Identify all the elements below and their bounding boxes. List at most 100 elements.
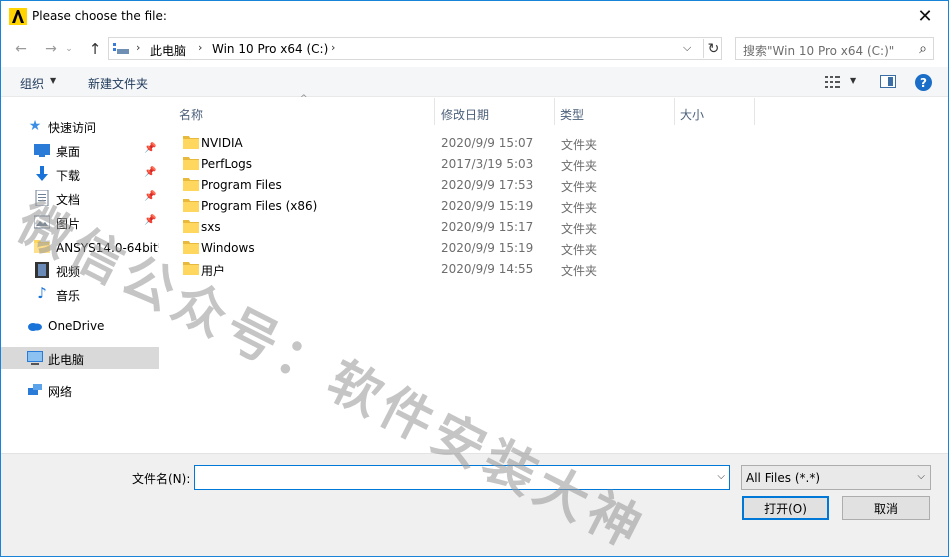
video-icon	[35, 262, 49, 278]
arrow-up-icon: ↑	[88, 40, 102, 58]
breadcrumb-this-pc[interactable]: 此电脑	[150, 42, 186, 59]
music-icon: ♪	[37, 284, 47, 302]
nav-pictures[interactable]: 图片 📌	[1, 211, 159, 233]
column-divider[interactable]	[754, 98, 755, 125]
star-icon: ★	[28, 118, 42, 134]
pin-icon: 📌	[144, 215, 157, 226]
help-icon[interactable]: ?	[915, 74, 932, 91]
file-row[interactable]: sxs 2020/9/9 15:17 文件夹	[175, 216, 775, 237]
file-row[interactable]: Program Files (x86) 2020/9/9 15:19 文件夹	[175, 195, 775, 216]
preview-pane-icon[interactable]	[880, 75, 896, 88]
file-name: 用户	[201, 264, 226, 278]
file-row[interactable]: NVIDIA 2020/9/9 15:07 文件夹	[175, 132, 775, 153]
nav-desktop[interactable]: 桌面 📌	[1, 139, 159, 161]
breadcrumb-separator[interactable]: ›	[198, 41, 202, 54]
view-options-icon[interactable]	[825, 75, 841, 89]
new-folder-button[interactable]: 新建文件夹	[88, 75, 148, 92]
address-history-dropdown[interactable]: ⌵	[683, 41, 691, 55]
app-logo-icon	[9, 8, 27, 25]
file-type: 文件夹	[561, 159, 598, 173]
nav-this-pc[interactable]: 此电脑	[1, 347, 159, 369]
filename-input[interactable]: ⌵	[194, 465, 730, 490]
file-name: NVIDIA	[201, 136, 243, 150]
column-divider[interactable]	[674, 98, 675, 125]
cancel-button[interactable]: 取消	[842, 496, 930, 520]
open-button[interactable]: 打开(O)	[742, 496, 829, 520]
file-list: 名称 ^ 修改日期 类型 大小 NVIDIA 2020/9/9 15:07 文件…	[163, 94, 948, 452]
file-row[interactable]: PerfLogs 2017/3/19 5:03 文件夹	[175, 153, 775, 174]
filter-value: All Files (*.*)	[746, 471, 821, 485]
refresh-button[interactable]: ↻	[703, 39, 721, 58]
chevron-down-icon: ⌄	[65, 44, 73, 54]
document-icon	[35, 190, 49, 206]
address-bar[interactable]: › 此电脑 › Win 10 Pro x64 (C:) › ⌵ ↻	[108, 37, 722, 60]
chevron-down-icon: ▼	[50, 76, 57, 85]
file-type: 文件夹	[561, 264, 598, 278]
pin-icon: 📌	[144, 191, 157, 202]
folder-icon	[183, 136, 199, 149]
nav-ansys-folder[interactable]: ANSYS14.0-64bit安	[1, 235, 159, 257]
search-icon: ⌕	[919, 41, 927, 57]
search-input[interactable]: 搜索"Win 10 Pro x64 (C:)"	[743, 42, 894, 59]
organize-menu[interactable]: 组织	[20, 75, 44, 92]
column-header-size[interactable]: 大小	[680, 98, 704, 126]
pictures-icon	[34, 215, 50, 229]
file-type: 文件夹	[561, 243, 598, 257]
nav-downloads[interactable]: 下载 📌	[1, 163, 159, 185]
navigation-bar: ← → ⌄ ↑ › 此电脑 › Win 10 Pro x64 (C:) › ⌵ …	[1, 34, 948, 64]
file-type: 文件夹	[561, 138, 598, 152]
column-divider[interactable]	[554, 98, 555, 125]
nav-music[interactable]: ♪ 音乐	[1, 283, 159, 305]
file-type-filter[interactable]: All Files (*.*) ⌵	[741, 465, 931, 490]
nav-documents[interactable]: 文档 📌	[1, 187, 159, 209]
file-row[interactable]: Program Files 2020/9/9 17:53 文件夹	[175, 174, 775, 195]
up-button[interactable]: ↑	[85, 40, 105, 58]
breadcrumb-drive-c[interactable]: Win 10 Pro x64 (C:)	[212, 42, 328, 56]
sort-ascending-icon: ^	[300, 94, 308, 104]
arrow-right-icon: →	[45, 41, 57, 57]
nav-network[interactable]: 网络	[1, 379, 159, 401]
computer-icon	[27, 351, 43, 365]
this-pc-icon	[113, 43, 129, 54]
folder-icon	[34, 240, 50, 253]
file-modified: 2020/9/9 15:19	[441, 241, 534, 255]
column-header-name[interactable]: 名称	[179, 98, 203, 126]
column-header-modified[interactable]: 修改日期	[441, 98, 489, 126]
file-name: Windows	[201, 241, 255, 255]
file-name: PerfLogs	[201, 157, 253, 171]
back-button[interactable]: ←	[11, 40, 31, 58]
folder-icon	[183, 241, 199, 254]
file-modified: 2017/3/19 5:03	[441, 157, 534, 171]
arrow-left-icon: ←	[15, 41, 27, 57]
file-name: sxs	[201, 220, 221, 234]
pin-icon: 📌	[144, 143, 157, 154]
file-name: Program Files	[201, 178, 282, 192]
file-dialog: Please choose the file: ✕ ← → ⌄ ↑ › 此电脑 …	[0, 0, 949, 557]
breadcrumb-separator[interactable]: ›	[331, 41, 335, 54]
nav-videos[interactable]: 视频	[1, 259, 159, 281]
chevron-down-icon: ⌵	[917, 471, 925, 482]
nav-onedrive[interactable]: OneDrive	[1, 315, 159, 337]
folder-icon	[183, 220, 199, 233]
pin-icon: 📌	[144, 167, 157, 178]
cloud-icon	[28, 323, 42, 331]
file-modified: 2020/9/9 15:17	[441, 220, 534, 234]
forward-button[interactable]: →	[41, 40, 61, 58]
chevron-down-icon[interactable]: ⌵	[717, 471, 725, 482]
close-icon: ✕	[917, 6, 933, 27]
file-row[interactable]: 用户 2020/9/9 14:55 文件夹	[175, 258, 775, 279]
desktop-icon	[34, 144, 50, 157]
nav-quick-access[interactable]: ★ 快速访问	[1, 115, 159, 137]
window-title: Please choose the file:	[32, 9, 167, 23]
file-row[interactable]: Windows 2020/9/9 15:19 文件夹	[175, 237, 775, 258]
column-header-type[interactable]: 类型	[560, 98, 584, 126]
network-icon	[28, 384, 42, 395]
recent-locations-button[interactable]: ⌄	[63, 40, 75, 58]
view-dropdown-icon[interactable]: ▼	[850, 76, 856, 85]
close-button[interactable]: ✕	[902, 1, 948, 32]
filename-label: 文件名(N):	[132, 472, 191, 486]
column-divider[interactable]	[434, 98, 435, 125]
search-box[interactable]: 搜索"Win 10 Pro x64 (C:)" ⌕	[735, 37, 934, 60]
command-bar: 组织 ▼ 新建文件夹 ▼ ?	[1, 67, 948, 97]
breadcrumb-separator[interactable]: ›	[136, 41, 140, 54]
